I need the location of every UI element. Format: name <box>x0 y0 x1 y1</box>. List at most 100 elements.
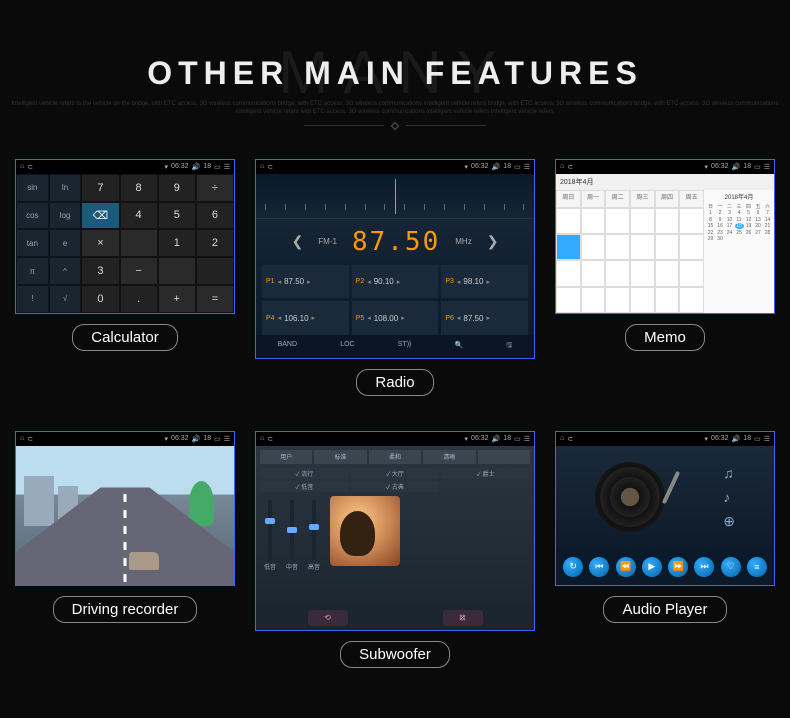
memo-cell[interactable] <box>630 208 655 234</box>
memo-cell[interactable] <box>556 260 581 286</box>
memo-cell[interactable] <box>581 260 606 286</box>
calc-key[interactable]: − <box>120 257 158 285</box>
back-icon[interactable]: ⊂ <box>567 163 573 171</box>
eq-preset[interactable]: ✓ 古典 <box>351 481 440 492</box>
calc-key-tan[interactable]: tan <box>16 229 49 257</box>
eq-preset[interactable]: ✓ 爵士 <box>441 468 530 479</box>
cal-date[interactable]: 25 <box>735 230 744 236</box>
radio-preset-P1[interactable]: P1◂87.50▸ <box>262 265 349 299</box>
memo-cell[interactable] <box>630 260 655 286</box>
cal-date[interactable]: 2 <box>716 210 725 216</box>
calc-key[interactable]: ⌫ <box>81 202 119 230</box>
calc-key-ln[interactable]: ln <box>49 174 82 202</box>
memo-week-grid[interactable]: 周日周一周二周三周四周五 <box>556 190 704 313</box>
calc-key-cos[interactable]: cos <box>16 202 49 230</box>
audio-control-button[interactable]: ↻ <box>563 557 583 577</box>
calc-key-^[interactable]: ^ <box>49 257 82 285</box>
memo-cell[interactable] <box>605 287 630 313</box>
back-icon[interactable]: ⊂ <box>267 163 273 171</box>
calc-key[interactable]: = <box>196 285 234 313</box>
tune-left-button[interactable]: ❮ <box>292 233 304 250</box>
memo-cell[interactable] <box>556 208 581 234</box>
eq-preset[interactable]: ✓ 大厅 <box>351 468 440 479</box>
eq-tab[interactable] <box>478 450 530 464</box>
cal-date[interactable]: 9 <box>716 217 725 223</box>
memo-cell[interactable] <box>655 287 680 313</box>
calc-key[interactable]: 9 <box>158 174 196 202</box>
memo-cell[interactable] <box>655 234 680 260</box>
eq-preset[interactable]: ✓ 低音 <box>260 481 349 492</box>
cal-date[interactable]: 7 <box>763 210 772 216</box>
radio-bottom-button[interactable]: LOC <box>340 341 354 352</box>
calc-key[interactable]: 4 <box>120 202 158 230</box>
cal-date[interactable]: 24 <box>725 230 734 236</box>
cal-date[interactable]: 26 <box>744 230 753 236</box>
radio-preset-P3[interactable]: P3◂98.10▸ <box>441 265 528 299</box>
calc-key-![interactable]: ! <box>16 285 49 313</box>
radio-dial[interactable] <box>256 174 534 219</box>
eq-slider-高音[interactable]: 高音 <box>308 500 320 598</box>
home-icon[interactable]: ⌂ <box>560 163 564 170</box>
memo-cell[interactable] <box>581 287 606 313</box>
cal-date[interactable]: 19 <box>744 223 753 229</box>
calc-key-e[interactable]: e <box>49 229 82 257</box>
cal-date[interactable]: 27 <box>754 230 763 236</box>
back-icon[interactable]: ⊂ <box>27 163 33 171</box>
menu-icon[interactable]: ☰ <box>764 435 770 443</box>
audio-side-icon[interactable]: ♫ <box>723 465 735 481</box>
calc-key[interactable]: 2 <box>196 229 234 257</box>
memo-cell[interactable] <box>630 287 655 313</box>
memo-cell[interactable] <box>655 208 680 234</box>
tune-right-button[interactable]: ❯ <box>487 233 499 250</box>
memo-cell[interactable] <box>679 287 704 313</box>
audio-control-button[interactable]: ⏪ <box>616 557 636 577</box>
cal-date[interactable]: 21 <box>763 223 772 229</box>
calc-key[interactable] <box>158 257 196 285</box>
eq-bottom-button[interactable]: ⊠ <box>443 610 483 626</box>
calc-key[interactable]: ÷ <box>196 174 234 202</box>
eq-tab[interactable]: 标准 <box>314 450 366 464</box>
cal-date[interactable]: 13 <box>754 217 763 223</box>
home-icon[interactable]: ⌂ <box>20 435 24 442</box>
audio-side-icon[interactable]: ♪ <box>723 489 735 505</box>
cal-date[interactable]: 3 <box>725 210 734 216</box>
memo-cell[interactable] <box>605 234 630 260</box>
calc-key[interactable]: 6 <box>196 202 234 230</box>
eq-tab[interactable]: 用户 <box>260 450 312 464</box>
eq-slider-低音[interactable]: 低音 <box>264 500 276 598</box>
cal-date[interactable]: 10 <box>725 217 734 223</box>
calc-key[interactable]: 0 <box>81 285 119 313</box>
calc-key[interactable] <box>196 257 234 285</box>
audio-control-button[interactable]: ⏩ <box>668 557 688 577</box>
calc-key[interactable]: × <box>81 229 119 257</box>
calc-key-sin[interactable]: sin <box>16 174 49 202</box>
eq-preset[interactable]: ✓ 流行 <box>260 468 349 479</box>
calc-key[interactable]: 1 <box>158 229 196 257</box>
calc-key[interactable] <box>120 229 158 257</box>
memo-cell[interactable] <box>581 234 606 260</box>
menu-icon[interactable]: ☰ <box>524 163 530 171</box>
radio-preset-P6[interactable]: P6◂87.50▸ <box>441 301 528 335</box>
home-icon[interactable]: ⌂ <box>260 163 264 170</box>
memo-cell[interactable] <box>605 208 630 234</box>
back-icon[interactable]: ⊂ <box>267 435 273 443</box>
memo-cell[interactable] <box>581 208 606 234</box>
cal-date[interactable]: 28 <box>763 230 772 236</box>
cal-date[interactable]: 15 <box>706 223 715 229</box>
radio-preset-P5[interactable]: P5◂108.00▸ <box>352 301 439 335</box>
cal-date[interactable]: 30 <box>716 236 725 242</box>
calc-key[interactable]: 5 <box>158 202 196 230</box>
cal-date[interactable]: 6 <box>754 210 763 216</box>
audio-control-button[interactable]: ≡ <box>747 557 767 577</box>
cal-date[interactable]: 23 <box>716 230 725 236</box>
cal-date[interactable]: 5 <box>744 210 753 216</box>
menu-icon[interactable]: ☰ <box>524 435 530 443</box>
cal-date[interactable]: 16 <box>716 223 725 229</box>
calc-key[interactable]: 7 <box>81 174 119 202</box>
memo-cell[interactable] <box>605 260 630 286</box>
cal-date[interactable]: 29 <box>706 236 715 242</box>
cal-date[interactable]: 14 <box>763 217 772 223</box>
back-icon[interactable]: ⊂ <box>567 435 573 443</box>
radio-preset-P2[interactable]: P2◂90.10▸ <box>352 265 439 299</box>
home-icon[interactable]: ⌂ <box>560 435 564 442</box>
